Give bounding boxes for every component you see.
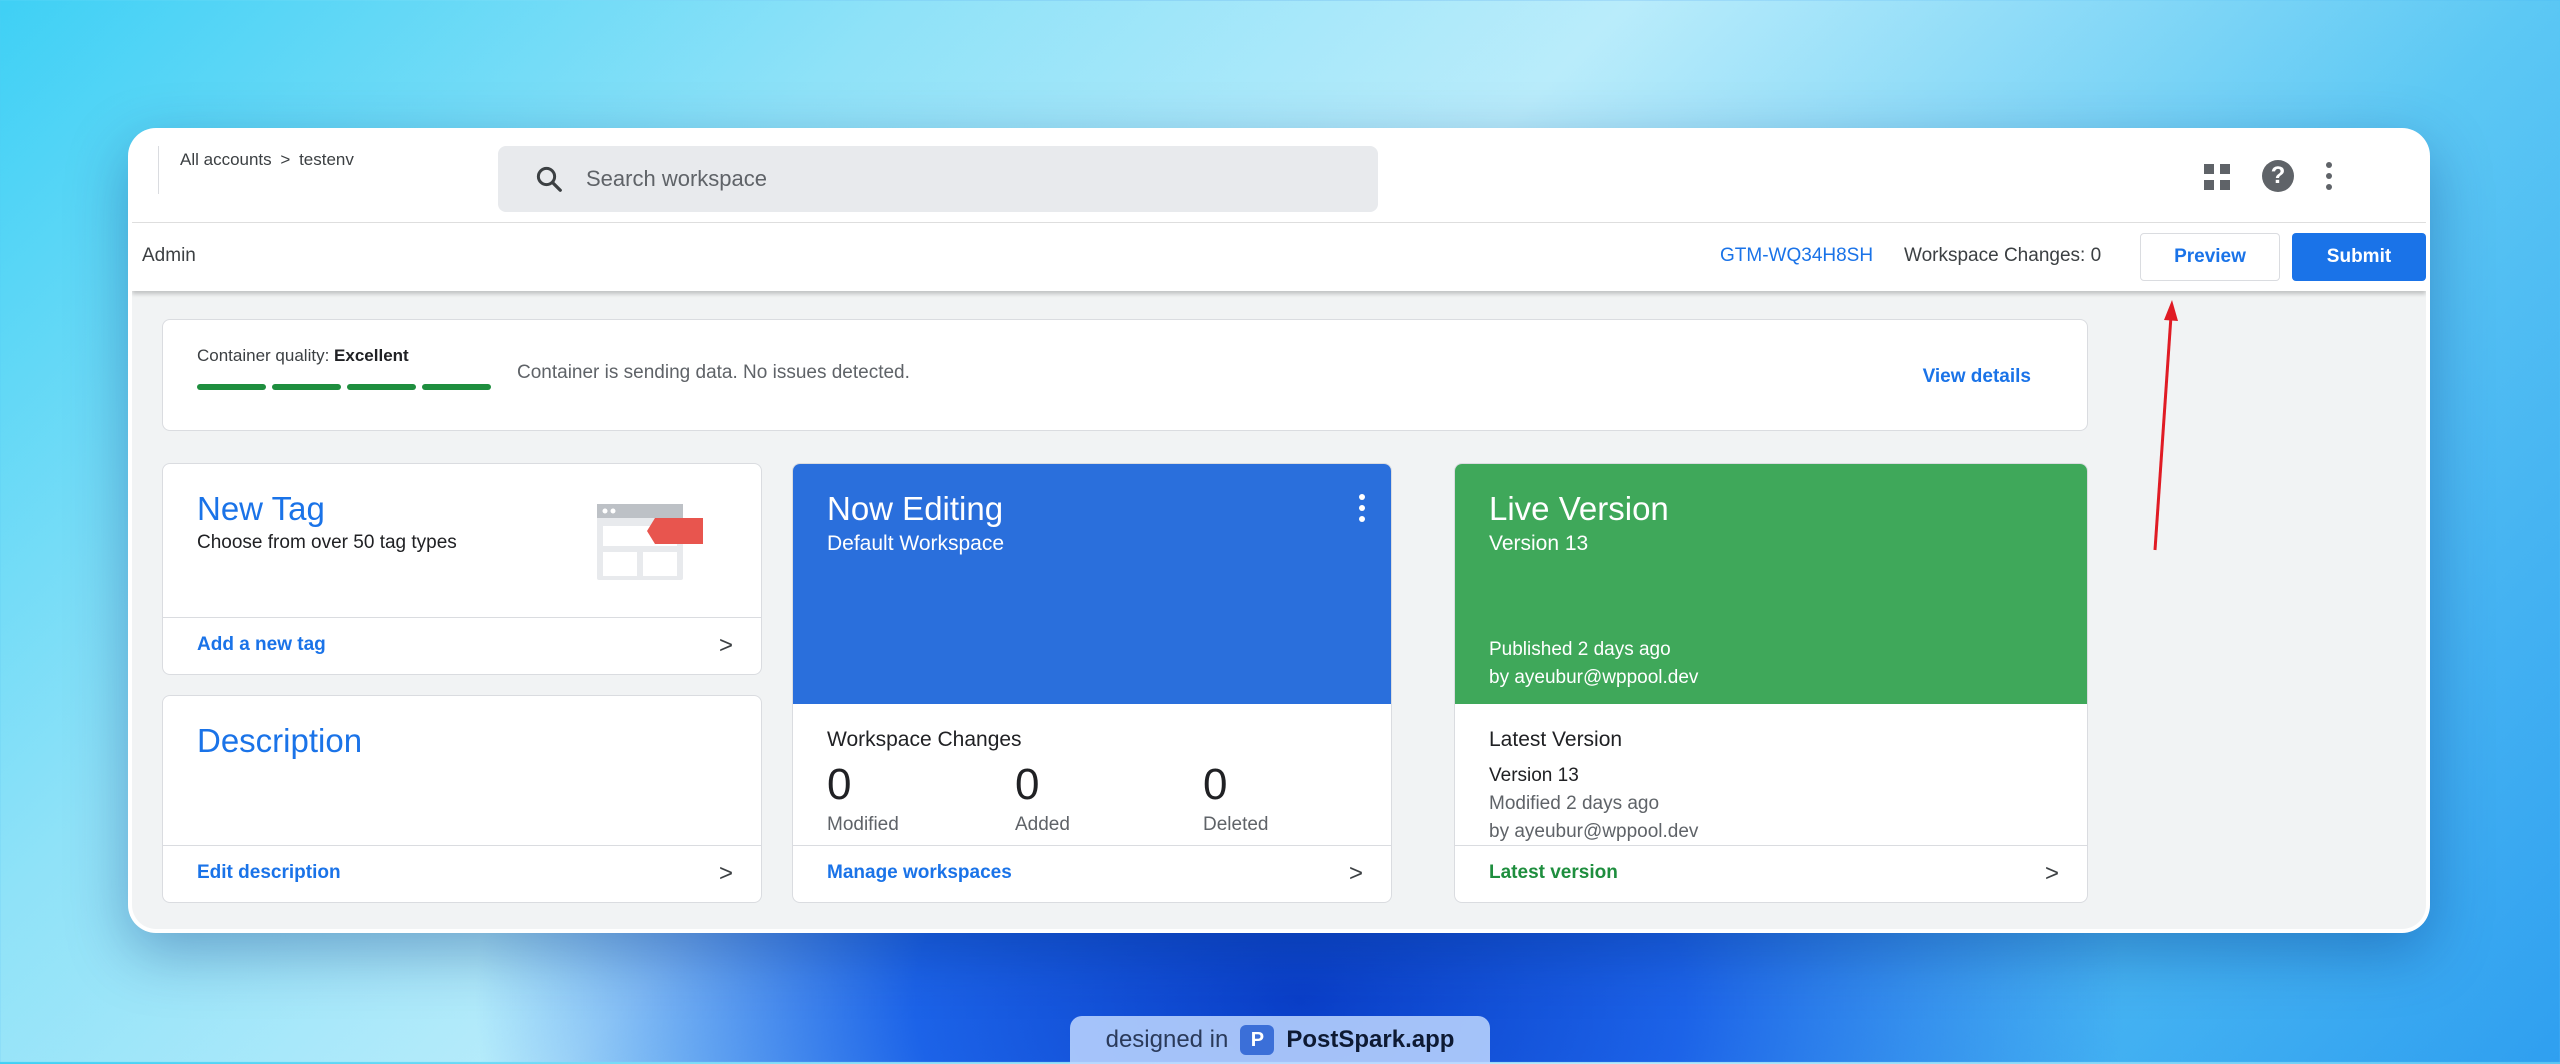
now-editing-footer[interactable]: Manage workspaces > <box>793 845 1391 902</box>
description-title: Description <box>197 722 363 759</box>
add-new-tag-link[interactable]: Add a new tag <box>197 634 326 656</box>
published-info: Published 2 days ago by ayeubur@wppool.d… <box>1489 636 1698 692</box>
stat-label: Modified <box>827 814 899 835</box>
description-card: Description Edit description > <box>162 695 762 903</box>
search-icon <box>536 166 562 192</box>
preview-button[interactable]: Preview <box>2140 233 2280 281</box>
container-quality-card: Container quality: Excellent Container i… <box>162 319 2088 431</box>
workspace-changes-title: Workspace Changes <box>827 728 1022 751</box>
quality-label: Container quality: Excellent <box>197 346 409 366</box>
tag-illustration-icon <box>597 504 703 580</box>
latest-version-details: Version 13 Modified 2 days ago by ayeubu… <box>1489 762 1698 846</box>
overview-content: Container quality: Excellent Container i… <box>132 291 2426 929</box>
postspark-badge: designed in P PostSpark.app <box>1070 1016 1490 1064</box>
apps-grid-icon[interactable] <box>2204 164 2230 190</box>
chevron-right-icon: > <box>718 632 733 659</box>
live-version-title: Live Version <box>1489 490 1669 527</box>
now-editing-card: Now Editing Default Workspace Workspace … <box>792 463 1392 903</box>
manage-workspaces-link[interactable]: Manage workspaces <box>827 862 1012 884</box>
breadcrumb-root[interactable]: All accounts <box>180 150 272 169</box>
search-placeholder: Search workspace <box>586 166 767 191</box>
stat-deleted: 0 Deleted <box>1203 760 1269 836</box>
latest-modified: Modified 2 days ago <box>1489 793 1660 814</box>
latest-version-number: Version 13 <box>1489 765 1579 786</box>
divider <box>158 146 159 194</box>
quality-label-text: Container quality: <box>197 346 330 365</box>
stat-value: 0 <box>1203 760 1228 809</box>
latest-version-link[interactable]: Latest version <box>1489 862 1618 884</box>
help-icon[interactable]: ? <box>2262 160 2294 192</box>
new-tag-subtitle: Choose from over 50 tag types <box>197 532 457 553</box>
stat-value: 0 <box>1015 760 1040 809</box>
live-version-footer[interactable]: Latest version > <box>1455 845 2087 902</box>
chevron-right-icon: > <box>718 860 733 887</box>
postspark-logo-icon: P <box>1240 1025 1275 1055</box>
live-version-header: Live Version Version 13 Published 2 days… <box>1455 464 2087 704</box>
stat-label: Added <box>1015 814 1070 835</box>
stat-modified: 0 Modified <box>827 760 899 836</box>
workspace-bar: Admin GTM-WQ34H8SH Workspace Changes: 0 … <box>132 223 2426 291</box>
stat-added: 0 Added <box>1015 760 1070 836</box>
workspace-name: Default Workspace <box>827 532 1005 555</box>
stat-label: Deleted <box>1203 814 1269 835</box>
breadcrumb-separator: > <box>280 150 291 169</box>
more-vert-icon[interactable] <box>1359 494 1365 522</box>
admin-tab[interactable]: Admin <box>142 245 196 267</box>
quality-meter <box>197 384 491 390</box>
search-input[interactable]: Search workspace <box>498 146 1378 212</box>
published-by: by ayeubur@wppool.dev <box>1489 667 1699 688</box>
annotation-arrow-icon <box>2153 300 2178 551</box>
gtm-window: All accounts > testenv Search workspace … <box>128 128 2430 933</box>
container-id-link[interactable]: GTM-WQ34H8SH <box>1720 245 1873 267</box>
stat-value: 0 <box>827 760 852 809</box>
badge-prefix: designed in <box>1105 1026 1229 1053</box>
new-tag-card[interactable]: New Tag Choose from over 50 tag types Ad… <box>162 463 762 675</box>
now-editing-header: Now Editing Default Workspace <box>793 464 1391 704</box>
submit-button[interactable]: Submit <box>2292 233 2426 281</box>
live-version-number: Version 13 <box>1489 532 1589 555</box>
now-editing-title: Now Editing <box>827 490 1004 527</box>
live-version-card: Live Version Version 13 Published 2 days… <box>1454 463 2088 903</box>
new-tag-footer[interactable]: Add a new tag > <box>163 617 761 674</box>
chevron-right-icon: > <box>1348 860 1363 887</box>
badge-brand: PostSpark.app <box>1286 1026 1455 1053</box>
latest-by: by ayeubur@wppool.dev <box>1489 821 1699 842</box>
breadcrumb-current[interactable]: testenv <box>299 150 354 169</box>
breadcrumb[interactable]: All accounts > testenv <box>180 150 354 170</box>
published-date: Published 2 days ago <box>1489 639 1671 660</box>
quality-message: Container is sending data. No issues det… <box>517 362 910 383</box>
latest-version-title: Latest Version <box>1489 728 1623 751</box>
edit-description-link[interactable]: Edit description <box>197 862 341 884</box>
more-vert-icon[interactable] <box>2326 162 2332 190</box>
description-footer[interactable]: Edit description > <box>163 845 761 902</box>
chevron-right-icon: > <box>2044 860 2059 887</box>
new-tag-title: New Tag <box>197 490 325 527</box>
workspace-changes-count: Workspace Changes: 0 <box>1904 245 2102 266</box>
view-details-link[interactable]: View details <box>1923 366 2031 388</box>
quality-value: Excellent <box>334 346 409 365</box>
top-bar: All accounts > testenv Search workspace … <box>132 132 2426 223</box>
